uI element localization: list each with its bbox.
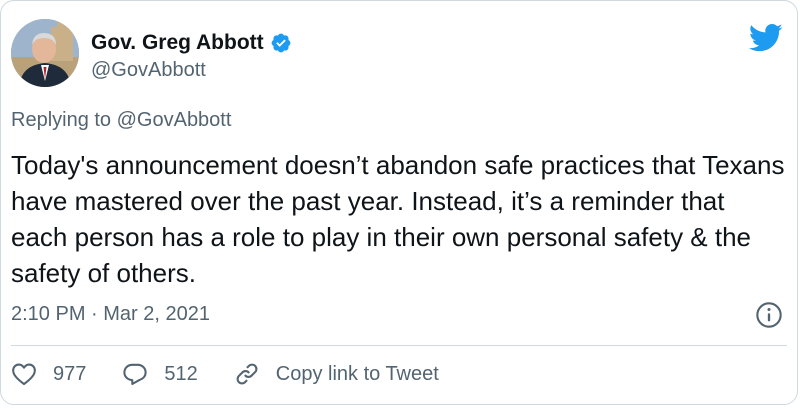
copy-link-label: Copy link to Tweet	[275, 362, 439, 385]
like-button[interactable]: 977	[11, 362, 86, 386]
tweet-timestamp[interactable]: 2:10 PM · Mar 2, 2021	[11, 303, 210, 326]
reply-bubble-icon	[122, 362, 148, 386]
twitter-bird-icon[interactable]	[749, 23, 783, 53]
reply-count: 512	[164, 362, 198, 385]
avatar[interactable]	[11, 19, 79, 87]
avatar-image	[11, 19, 79, 87]
author-name-row: Gov. Greg Abbott	[91, 31, 292, 55]
divider	[11, 345, 787, 346]
verified-badge-icon	[270, 32, 292, 54]
copy-link-button[interactable]: Copy link to Tweet	[234, 361, 439, 387]
heart-icon	[11, 362, 37, 386]
author-handle[interactable]: @GovAbbott	[91, 59, 206, 82]
action-bar: 977 512 Copy link to Tweet	[11, 361, 475, 387]
tweet-text: Today's announcement doesn’t abandon saf…	[11, 150, 785, 288]
tweet-card: Gov. Greg Abbott @GovAbbott Replying to …	[0, 0, 798, 405]
replying-to-label[interactable]: Replying to @GovAbbott	[11, 109, 231, 132]
info-icon[interactable]	[755, 301, 783, 329]
link-icon	[234, 361, 260, 387]
like-count: 977	[53, 362, 87, 385]
reply-button[interactable]: 512	[122, 362, 198, 386]
author-display-name[interactable]: Gov. Greg Abbott	[91, 31, 264, 55]
